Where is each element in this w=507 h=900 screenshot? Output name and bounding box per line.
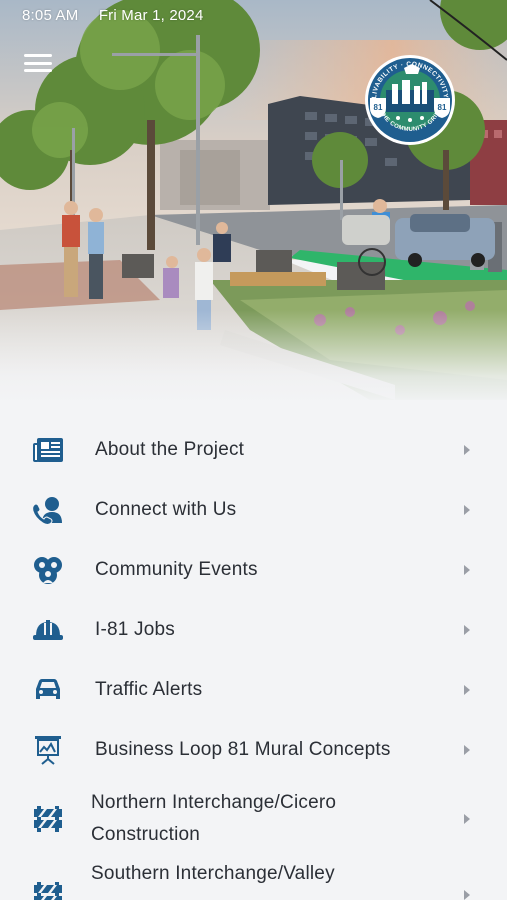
menu-item-label: Northern Interchange/Cicero Construction (91, 792, 337, 845)
chevron-right-icon (464, 505, 470, 515)
menu-item-southern-interchange-valley[interactable]: Southern Interchange/Valley (0, 856, 507, 900)
newspaper-icon (32, 434, 64, 466)
people-group-icon (32, 554, 64, 586)
logo-shield-right: 81 (438, 103, 447, 112)
menu-item-label: Community Events (95, 559, 258, 580)
community-grid-logo: 81 81 LIVABILITY · CONNECTIVITY THE COMM… (365, 55, 455, 145)
menu-item-about-the-project[interactable]: About the Project (0, 420, 507, 480)
chevron-right-icon (464, 565, 470, 575)
chevron-right-icon (464, 625, 470, 635)
menu-item-label: Southern Interchange/Valley (91, 863, 335, 884)
menu-item-i81-jobs[interactable]: I-81 Jobs (0, 600, 507, 660)
status-bar: 8:05 AM Fri Mar 1, 2024 (22, 7, 204, 24)
menu-item-label: I-81 Jobs (95, 619, 175, 640)
menu-item-northern-interchange-cicero[interactable]: Northern Interchange/Cicero Construction (0, 780, 507, 856)
menu-item-label: Business Loop 81 Mural Concepts (95, 739, 391, 760)
menu-item-label: Connect with Us (95, 499, 237, 520)
menu-item-business-loop-81-mural-concepts[interactable]: Business Loop 81 Mural Concepts (0, 720, 507, 780)
app-screen: 8:05 AM Fri Mar 1, 2024 81 81 LIVABILITY… (0, 0, 507, 900)
menu-item-community-events[interactable]: Community Events (0, 540, 507, 600)
chevron-right-icon (464, 814, 470, 824)
menu-item-traffic-alerts[interactable]: Traffic Alerts (0, 660, 507, 720)
hard-hat-icon (32, 614, 64, 646)
logo-shield-left: 81 (374, 103, 383, 112)
hero-illustration: 8:05 AM Fri Mar 1, 2024 81 81 LIVABILITY… (0, 0, 507, 405)
status-time: 8:05 AM (22, 7, 79, 24)
chevron-right-icon (464, 445, 470, 455)
phone-contact-icon (32, 494, 64, 526)
status-date: Fri Mar 1, 2024 (98, 7, 204, 24)
presentation-board-icon (32, 734, 64, 766)
road-barrier-icon (32, 803, 64, 835)
hamburger-menu-icon[interactable] (24, 52, 52, 74)
chevron-right-icon (464, 685, 470, 695)
menu-item-label: Traffic Alerts (95, 679, 203, 700)
chevron-right-icon (464, 890, 470, 900)
main-menu: About the Project Connect with Us Commun… (0, 420, 507, 900)
menu-item-label: About the Project (95, 439, 245, 460)
hero-fade-overlay (0, 310, 507, 405)
car-icon (32, 674, 64, 706)
chevron-right-icon (464, 745, 470, 755)
menu-item-connect-with-us[interactable]: Connect with Us (0, 480, 507, 540)
road-barrier-icon (32, 879, 64, 900)
